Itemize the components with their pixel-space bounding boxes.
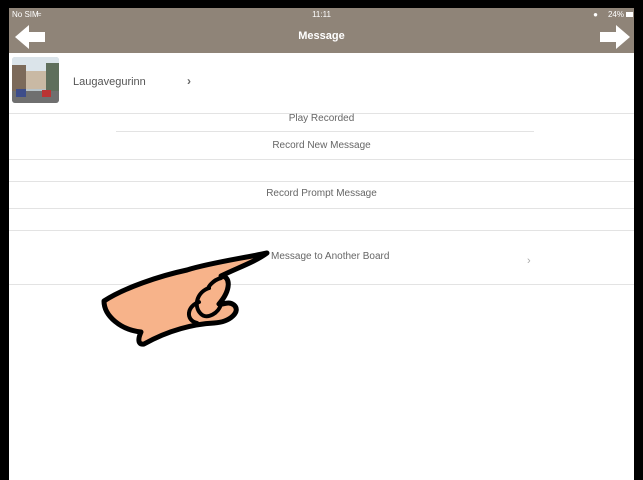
app-screen: No SIM ≈ 11:11 ● 24% Message Laugaveguri… [9, 8, 634, 480]
pointing-hand-icon [101, 250, 270, 347]
